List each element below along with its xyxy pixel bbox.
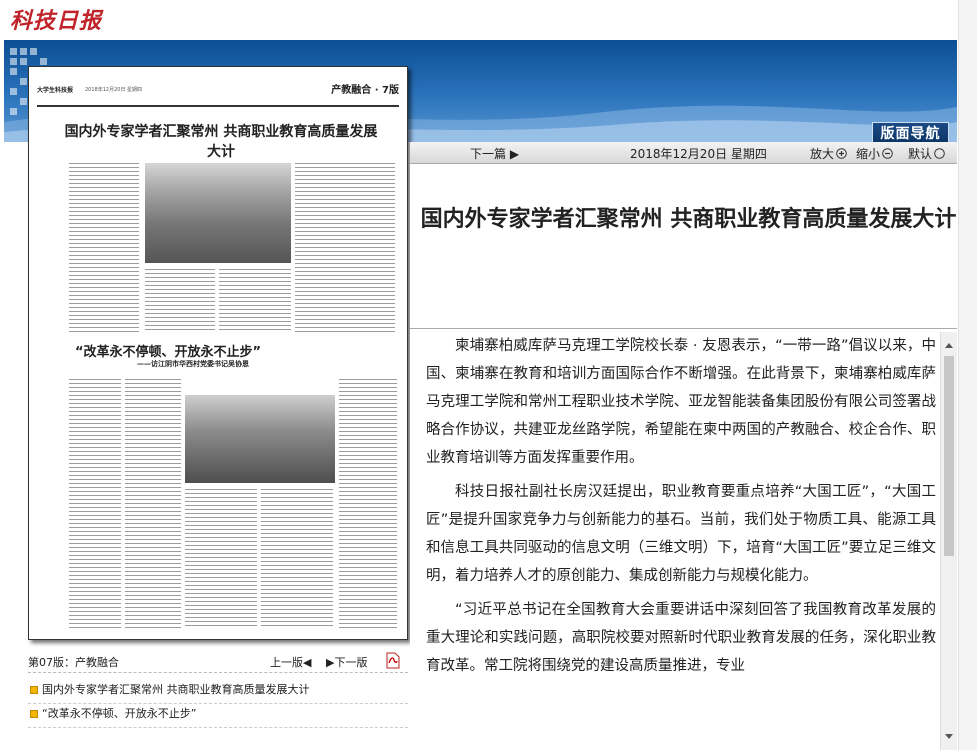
previous-page-link[interactable]: 上一版◀ [270, 654, 311, 670]
page-navigation-button[interactable]: 版面导航 [872, 122, 949, 142]
article-scrollbar[interactable] [940, 332, 957, 750]
preview-text-block [125, 379, 181, 629]
preview-text-block [261, 489, 333, 629]
zoom-out-button[interactable]: 缩小 [856, 145, 893, 162]
zoom-out-icon [882, 148, 893, 159]
toolbar-date: 2018年12月20日 星期四 [630, 147, 767, 161]
preview-text-block [69, 379, 121, 629]
list-item[interactable]: “改革永不停顿、开放永不止步” [28, 704, 408, 728]
site-logo-text: 科技日报 [10, 8, 103, 34]
zoom-in-label: 放大 [810, 147, 835, 161]
page-meta-bar: 第07版：产教融合 上一版◀ ▶下一版 [28, 652, 406, 670]
preview-photo-conference [145, 163, 291, 263]
pdf-download-icon[interactable] [386, 652, 400, 669]
preview-headline[interactable]: 国内外专家学者汇聚常州 共商职业教育高质量发展大计 [61, 121, 381, 161]
scroll-thumb[interactable] [944, 356, 954, 556]
article-panel: 下一篇 ▶ 2018年12月20日 星期四 放大 缩小 默认 国内外专家学者汇聚… [410, 142, 957, 750]
scroll-down-arrow-icon[interactable] [942, 730, 956, 744]
list-item[interactable]: 国内外专家学者汇聚常州 共商职业教育高质量发展大计 [28, 680, 408, 704]
preview-text-block [185, 489, 257, 629]
zoom-in-icon [836, 148, 847, 159]
preview-date: 2018年12月20日 星期四 [85, 87, 143, 93]
article-paragraph: 科技日报社副社长房汉廷提出，职业教育要重点培养“大国工匠”，“大国工匠”是提升国… [426, 484, 936, 584]
window-scrollbar[interactable] [958, 0, 977, 750]
preview-header: 大学生科技报 2018年12月20日 星期四 产教融合 · 7版 [37, 71, 399, 107]
top-bar: 科技日报 [0, 0, 977, 38]
current-page-label: 第07版：产教融合 [28, 656, 119, 669]
preview-section: 产教融合 · 7版 [331, 85, 399, 96]
next-article-link[interactable]: 下一篇 ▶ [470, 145, 519, 162]
preview-text-block [295, 163, 395, 333]
article-paragraph: “习近平总书记在全国教育大会重要讲话中深刻回答了我国教育改革发展的重大理论和实践… [426, 602, 936, 674]
preview-paper-name: 大学生科技报 [37, 87, 74, 94]
zoom-in-button[interactable]: 放大 [810, 145, 847, 162]
list-bullet-icon [30, 686, 38, 694]
article-title: 国内外专家学者汇聚常州 共商职业教育高质量发展大计 [420, 207, 957, 232]
scroll-up-arrow-icon[interactable] [942, 338, 956, 352]
preview-text-block [339, 379, 397, 629]
list-item-label: “改革永不停顿、开放永不止步” [42, 707, 197, 720]
preview-text-block [69, 163, 139, 333]
preview-photo-visit [185, 395, 335, 483]
reset-zoom-label: 默认 [908, 147, 933, 161]
zoom-out-label: 缩小 [856, 147, 881, 161]
preview-headline-2-sub: ——访江阴市华西村党委书记吴协恩 [137, 360, 249, 368]
next-page-link[interactable]: ▶下一版 [326, 654, 367, 670]
title-divider [410, 328, 957, 329]
preview-text-block [219, 269, 291, 333]
reset-zoom-button[interactable]: 默认 [908, 145, 945, 162]
list-divider [28, 672, 408, 673]
preview-text-block [145, 269, 215, 333]
preview-headline-2[interactable]: “改革永不停顿、开放永不止步” [75, 341, 261, 360]
site-logo[interactable]: 科技日报 [10, 3, 130, 34]
newspaper-page-preview[interactable]: 大学生科技报 2018年12月20日 星期四 产教融合 · 7版 国内外专家学者… [28, 66, 408, 640]
article-list: 国内外专家学者汇聚常州 共商职业教育高质量发展大计 “改革永不停顿、开放永不止步… [28, 680, 408, 728]
article-toolbar: 下一篇 ▶ 2018年12月20日 星期四 放大 缩小 默认 [410, 142, 957, 164]
reset-zoom-icon [934, 148, 945, 159]
article-body: 柬埔寨柏威库萨马克理工学院校长泰 · 友恩表示，“一带一路”倡议以来，中国、柬埔… [426, 332, 936, 750]
article-paragraph: 柬埔寨柏威库萨马克理工学院校长泰 · 友恩表示，“一带一路”倡议以来，中国、柬埔… [426, 338, 936, 466]
list-bullet-icon [30, 710, 38, 718]
list-item-label: 国内外专家学者汇聚常州 共商职业教育高质量发展大计 [42, 683, 310, 696]
